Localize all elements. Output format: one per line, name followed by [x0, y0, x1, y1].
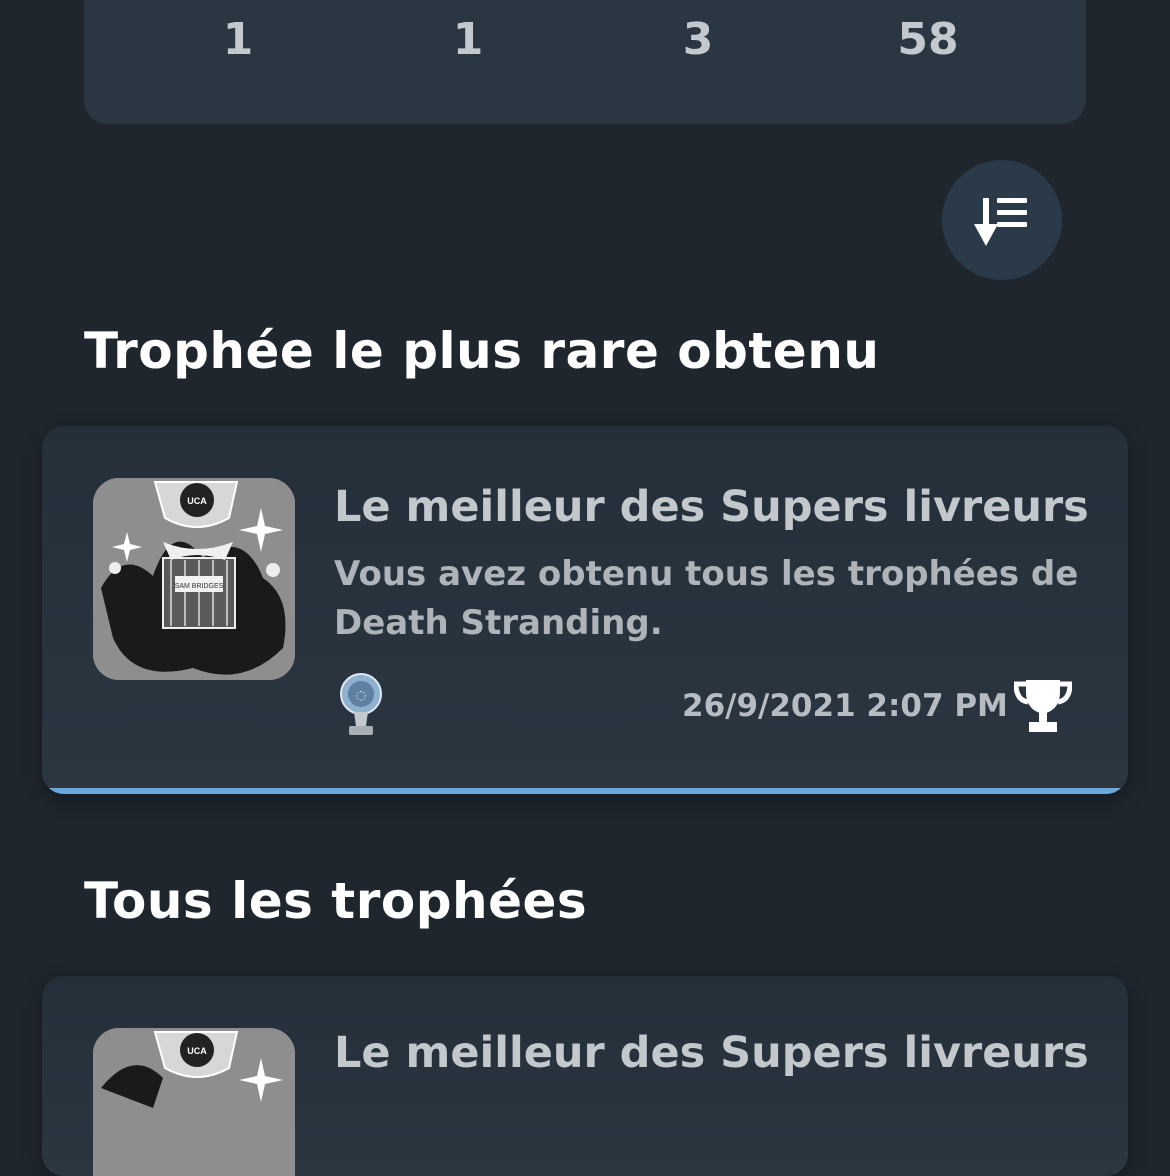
uca-badge-text: UCA — [187, 1046, 207, 1056]
all-trophies-heading: Tous les trophées — [84, 872, 588, 930]
trophy-cup-icon — [1014, 680, 1072, 732]
uca-badge-text: UCA — [187, 496, 207, 506]
trophy-list-item[interactable]: UCA Le meilleur des Supers livreurs — [42, 976, 1128, 1176]
trophy-count-summary: 1 1 3 58 — [84, 0, 1086, 124]
earned-date: 26/9/2021 2:07 PM — [682, 688, 1008, 724]
trophy-name: Le meilleur des Supers livreurs — [334, 482, 1089, 532]
svg-text:◌: ◌ — [356, 688, 366, 702]
plate-text: SAM BRIDGES — [175, 583, 224, 590]
platinum-trophy-icon: ◌ — [340, 673, 382, 735]
rarest-trophy-heading: Trophée le plus rare obtenu — [84, 322, 880, 380]
gold-count: 1 — [452, 14, 484, 65]
sort-descending-icon — [974, 198, 1027, 246]
trophy-description: Vous avez obtenu tous les trophées de De… — [334, 554, 1079, 643]
platinum-count: 1 — [222, 14, 254, 65]
rarest-trophy-card[interactable]: SAM BRIDGES UCA Le meilleur des Supers l… — [42, 426, 1128, 794]
trophy-name: Le meilleur des Supers livreurs — [334, 1028, 1089, 1078]
trophy-artwork: SAM BRIDGES UCA — [93, 478, 295, 680]
bronze-count: 58 — [897, 14, 959, 65]
rarity-accent-bar — [42, 788, 1128, 794]
silver-count: 3 — [682, 14, 714, 65]
trophy-artwork: UCA — [93, 1028, 295, 1176]
sort-button[interactable] — [942, 160, 1062, 280]
